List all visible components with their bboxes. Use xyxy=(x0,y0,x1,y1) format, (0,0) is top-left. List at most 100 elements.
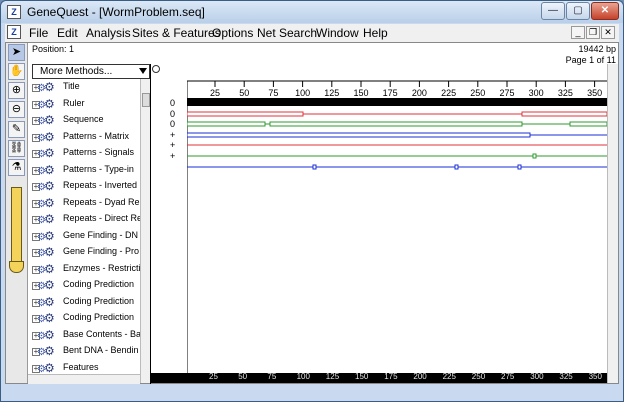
refresh-icon[interactable] xyxy=(152,65,160,73)
gear-icon: ⚙ xyxy=(44,327,55,342)
method-label: Features xyxy=(63,361,99,372)
application-window: Z GeneQuest - [WormProblem.seq] — ▢ ✕ Z … xyxy=(0,0,624,402)
method-row[interactable]: + ⚙ ⚙ Repeats - Dyad Re xyxy=(28,196,140,212)
ruler-tick-label: 325 xyxy=(558,88,573,98)
orf-box xyxy=(569,121,607,127)
method-label: Title xyxy=(63,81,80,91)
hand-tool-icon[interactable]: ✋ xyxy=(8,63,25,80)
method-row[interactable]: + ⚙ ⚙ Gene Finding - Pro xyxy=(28,245,140,261)
ruler-tick-label: 300 xyxy=(529,88,544,98)
gear-icon: ⚙ xyxy=(44,311,55,325)
gear-icon: ⚙ xyxy=(44,96,55,111)
track-label: + xyxy=(170,129,176,140)
method-label: Repeats - Inverted xyxy=(63,180,138,190)
methods-list: + ⚙ ⚙ Title + ⚙ ⚙ Ruler + ⚙ ⚙ Sequence + ⚙ ⚙ Patterns -… xyxy=(28,79,140,383)
link-tool-icon[interactable]: ⛓ xyxy=(8,140,25,157)
ruler-ticks: 25 50 75 100 125 150 175 200 225 250 275 300 325 350 xyxy=(210,81,602,98)
menu-window[interactable]: Window xyxy=(316,26,359,40)
method-row[interactable]: + ⚙ ⚙ Title xyxy=(28,80,140,96)
bottom-ruler: 25 50 75 100 125 150 175 200 225 250 275 300 325 350 xyxy=(151,372,607,383)
document-pane: ➤ ✋ ⊕ ⊖ ✎ ⛓ ⚗ Position: 1 19442 bp Page … xyxy=(5,42,619,384)
method-row[interactable]: + ⚙ ⚙ Patterns - Type-in xyxy=(28,163,140,179)
microscope-tool-icon[interactable]: ⚗ xyxy=(8,159,25,176)
method-row[interactable]: + ⚙ ⚙ Patterns - Signals xyxy=(28,146,140,162)
bottom-ruler-tick-label: 125 xyxy=(325,372,340,381)
method-row[interactable]: + ⚙ ⚙ Coding Prediction xyxy=(28,278,140,294)
ruler-tick-label: 175 xyxy=(383,88,398,98)
sequence-length: 19442 bp xyxy=(578,44,616,54)
method-label: Gene Finding - DN xyxy=(63,229,139,240)
gear-icon: ⚙ xyxy=(44,195,55,210)
bottom-ruler-tick-label: 25 xyxy=(209,372,218,381)
menu-options[interactable]: Options xyxy=(212,26,253,40)
method-row[interactable]: + ⚙ ⚙ Repeats - Direct Re xyxy=(28,212,140,228)
methods-list-scroll-thumb[interactable] xyxy=(142,93,150,107)
track-lines xyxy=(187,111,607,170)
track-label: 0 xyxy=(170,119,176,129)
genequest-app-icon[interactable]: Z xyxy=(7,5,21,19)
pane-divider[interactable] xyxy=(150,64,151,384)
menu-edit[interactable]: Edit xyxy=(57,26,78,40)
close-button[interactable]: ✕ xyxy=(591,2,619,20)
method-row[interactable]: + ⚙ ⚙ Coding Prediction xyxy=(28,311,140,327)
bottom-ruler-tick-label: 150 xyxy=(355,372,369,381)
method-row[interactable]: + ⚙ ⚙ Sequence xyxy=(28,113,140,129)
menu-net-search[interactable]: Net Search xyxy=(257,26,317,40)
zoom-in-icon[interactable]: ⊕ xyxy=(8,82,25,99)
sequence-map[interactable]: 25 50 75 100 125 150 175 200 225 250 275 300 325 350 xyxy=(187,63,607,385)
pencil-tool-icon[interactable]: ✎ xyxy=(8,121,25,138)
method-row[interactable]: + ⚙ ⚙ Coding Prediction xyxy=(28,295,140,311)
gear-icon: ⚙ xyxy=(44,360,55,375)
method-row[interactable]: + ⚙ ⚙ Patterns - Matrix xyxy=(28,130,140,146)
method-label: Coding Prediction xyxy=(63,279,135,289)
more-methods-dropdown[interactable]: More Methods... xyxy=(32,64,150,79)
ruler-tick-label: 200 xyxy=(412,88,427,98)
menu-sites-features[interactable]: Sites & Features xyxy=(132,26,221,40)
orf-box xyxy=(187,121,266,127)
track-label: 0 xyxy=(170,98,176,108)
map-scrollbar[interactable] xyxy=(607,64,618,383)
ruler-tick-label: 75 xyxy=(268,88,278,98)
method-label: Patterns - Matrix xyxy=(63,130,130,141)
ruler-tick-label: 225 xyxy=(441,88,456,98)
minimize-button[interactable]: — xyxy=(541,2,565,20)
method-row[interactable]: + ⚙ ⚙ Base Contents - Ba xyxy=(28,328,140,344)
menu-help[interactable]: Help xyxy=(363,26,388,40)
bottom-ruler-tick-label: 300 xyxy=(530,372,544,381)
bottom-ruler-tick-label: 175 xyxy=(384,372,398,381)
feature-marker xyxy=(454,164,459,170)
methods-list-hscrollbar[interactable] xyxy=(28,374,140,384)
ruler-bar xyxy=(187,98,607,106)
method-row[interactable]: + ⚙ ⚙ Gene Finding - DN xyxy=(28,229,140,245)
scale-slider-bulb-icon xyxy=(9,261,24,273)
method-row[interactable]: + ⚙ ⚙ Bent DNA - Bendin xyxy=(28,344,140,360)
method-row[interactable]: + ⚙ ⚙ Enzymes - Restricti xyxy=(28,262,140,278)
arrow-tool-icon[interactable]: ➤ xyxy=(8,44,25,61)
gear-icon: ⚙ xyxy=(44,179,55,193)
title-bar[interactable]: Z GeneQuest - [WormProblem.seq] — ▢ ✕ xyxy=(1,1,623,23)
ruler-tick-label: 125 xyxy=(324,88,339,98)
bottom-ruler-tick-label: 75 xyxy=(267,372,277,381)
methods-list-scrollbar[interactable] xyxy=(140,79,150,383)
document-icon[interactable]: Z xyxy=(7,25,21,39)
method-row[interactable]: + ⚙ ⚙ Ruler xyxy=(28,97,140,113)
bottom-ruler-tick-label: 200 xyxy=(413,372,427,381)
gear-icon: ⚙ xyxy=(44,113,55,127)
gear-icon: ⚙ xyxy=(44,129,55,144)
zoom-out-icon[interactable]: ⊖ xyxy=(8,101,25,118)
doc-minimize-button[interactable]: _ xyxy=(571,26,585,39)
feature-marker xyxy=(312,164,317,170)
bottom-ruler-tick-label: 250 xyxy=(471,372,486,381)
doc-restore-button[interactable]: ❐ xyxy=(586,26,600,39)
chevron-down-icon xyxy=(139,68,147,74)
menu-analysis[interactable]: Analysis xyxy=(86,26,131,40)
scale-slider[interactable] xyxy=(11,187,22,263)
orf-box xyxy=(269,121,523,127)
doc-close-button[interactable]: ✕ xyxy=(601,26,615,39)
maximize-button[interactable]: ▢ xyxy=(566,2,590,20)
position-bar: Position: 1 19442 bp Page 1 of 11 xyxy=(28,43,618,65)
gear-icon: ⚙ xyxy=(44,278,55,292)
method-row[interactable]: + ⚙ ⚙ Repeats - Inverted xyxy=(28,179,140,195)
method-label: Sequence xyxy=(63,114,104,124)
menu-file[interactable]: File xyxy=(29,26,48,40)
